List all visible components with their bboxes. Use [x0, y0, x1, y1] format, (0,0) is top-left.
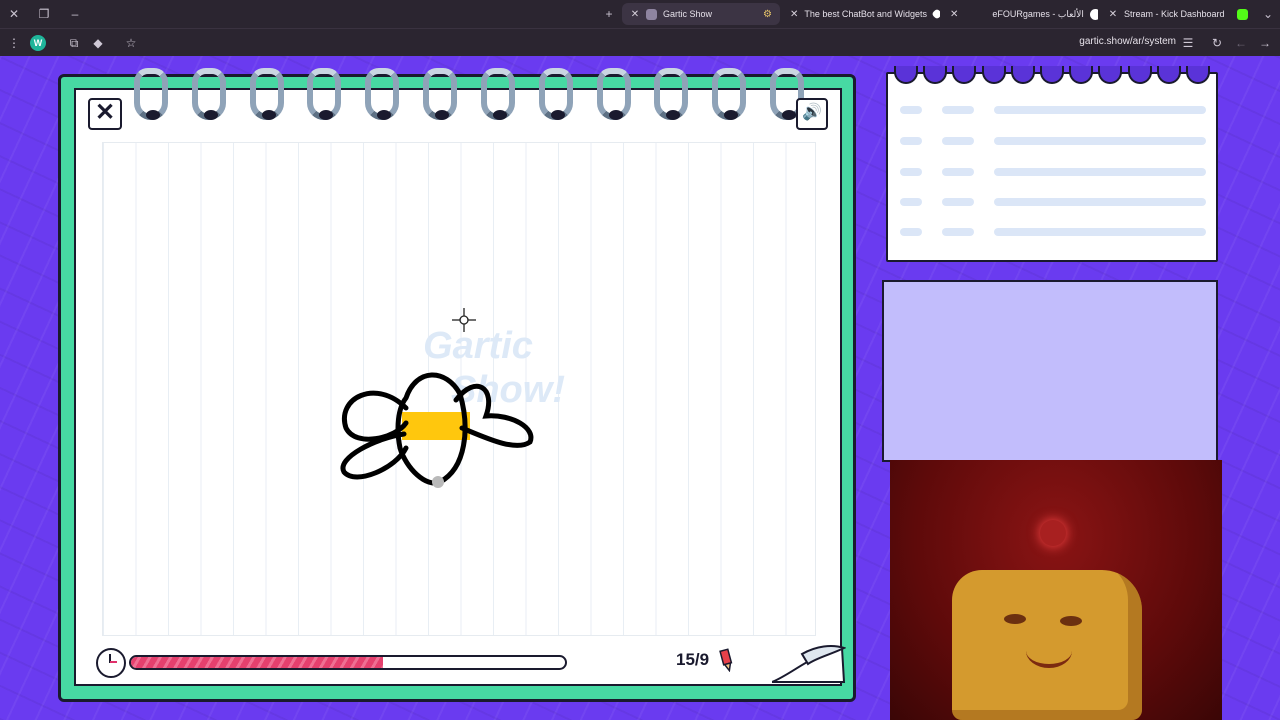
webcam-lamp	[1040, 520, 1066, 546]
close-tab-icon[interactable]: ✕	[630, 9, 640, 20]
scoreboard-tab	[923, 66, 948, 84]
drawing-gray-dot	[432, 476, 444, 488]
gartic-favicon-icon	[646, 8, 657, 20]
page-curl-decoration	[772, 645, 846, 683]
tab-efourgames[interactable]: ✕ eFOURgames - الألعاب	[942, 3, 1098, 25]
close-window-icon[interactable]: ✕	[6, 6, 22, 22]
scoreboard-tab	[1127, 66, 1152, 84]
close-tab-icon[interactable]: ✕	[790, 9, 798, 20]
spiral-ring	[538, 68, 573, 120]
player-row-placeholder	[900, 137, 1208, 145]
scoreboard-tab	[1010, 66, 1035, 84]
reload-icon[interactable]: ↻	[1209, 35, 1225, 51]
spiral-ring	[423, 68, 458, 120]
efour-favicon-icon	[1089, 8, 1098, 20]
round-counter: 15/9	[676, 650, 710, 669]
close-tab-icon[interactable]: ✕	[1108, 9, 1118, 20]
player-row-placeholder	[900, 168, 1208, 176]
tab-label: eFOURgames - الألعاب	[992, 8, 1084, 19]
address-bar[interactable]: gartic.show/ar/system	[1079, 36, 1176, 47]
game-page: ✕ 🔊 Gartic Show! 15/9	[0, 56, 1280, 720]
scoreboard-tab	[952, 66, 977, 84]
forward-arrow-icon[interactable]: →	[1257, 35, 1273, 51]
site-settings-icon[interactable]: ☰	[1180, 35, 1196, 51]
close-game-button[interactable]: ✕	[88, 98, 122, 130]
pencil-icon	[719, 648, 733, 672]
time-progress-fill	[131, 657, 383, 668]
tab-label: Gartic Show	[663, 9, 713, 19]
back-arrow-icon[interactable]: ←	[1233, 35, 1249, 51]
player-row-placeholder	[900, 106, 1208, 114]
scoreboard-tab	[894, 66, 918, 84]
spiral-ring	[596, 68, 631, 120]
restore-window-icon[interactable]: ❐	[36, 6, 52, 22]
spiral-ring	[480, 68, 515, 120]
chatbot-favicon-icon	[931, 8, 940, 20]
profile-avatar[interactable]: W	[30, 35, 46, 51]
spiral-ring	[712, 68, 747, 120]
spiral-ring	[249, 68, 284, 120]
new-tab-button[interactable]: +	[601, 6, 617, 22]
scoreboard-tab	[1098, 66, 1123, 84]
tab-gartic-show[interactable]: ✕ Gartic Show ⚙	[622, 3, 780, 25]
menu-dots-icon[interactable]: ⋮	[6, 35, 22, 51]
tab-kick-dashboard[interactable]: ✕ Stream - Kick Dashboard	[1100, 3, 1256, 25]
player-row-placeholder	[900, 228, 1208, 236]
diamond-extension-icon[interactable]: ◆	[90, 35, 106, 51]
tab-chatbot[interactable]: ✕ The best ChatBot and Widgets	[782, 3, 940, 25]
spiral-ring	[654, 68, 689, 120]
notebook-rings	[134, 68, 804, 128]
spiral-ring	[191, 68, 226, 120]
spiral-ring	[365, 68, 400, 120]
extension-badge-icon: ⚙	[763, 8, 772, 20]
scoreboard-tab	[1156, 66, 1181, 84]
extensions-icon[interactable]: ⧉	[66, 35, 82, 51]
close-tab-icon[interactable]: ✕	[950, 9, 958, 20]
scoreboard-tab	[1069, 66, 1094, 84]
browser-tab-bar: ✕ ❐ – + ✕ Gartic Show ⚙ ✕ The best ChatB…	[0, 0, 1280, 28]
scoreboard-tabs	[894, 66, 1210, 84]
alarm-clock-icon	[96, 648, 126, 678]
tab-label: The best ChatBot and Widgets	[804, 9, 927, 19]
browser-toolbar: ⋮ W ⧉ ◆ ☆ gartic.show/ar/system ☰ ↻ ← →	[0, 28, 1280, 56]
bookmark-star-icon[interactable]: ☆	[123, 35, 139, 51]
player-drawing	[340, 372, 534, 488]
player-row-placeholder	[900, 198, 1208, 206]
sound-toggle-button[interactable]: 🔊	[796, 98, 828, 130]
chat-panel[interactable]	[882, 280, 1218, 462]
spiral-ring	[307, 68, 342, 120]
scoreboard-tab	[981, 66, 1006, 84]
kick-favicon-icon	[1237, 8, 1248, 20]
minimize-window-icon[interactable]: –	[67, 6, 83, 22]
drawing-yellow-body	[402, 412, 470, 440]
tab-label: Stream - Kick Dashboard	[1124, 9, 1225, 19]
scoreboard-tab	[1039, 66, 1064, 84]
time-progress-bar	[129, 655, 567, 670]
scoreboard-tab	[1185, 66, 1210, 84]
watermark-line-1: Gartic	[423, 325, 533, 367]
streamer-webcam-overlay	[890, 460, 1222, 720]
tab-list-chevron-icon[interactable]: ⌄	[1260, 6, 1276, 22]
webcam-character-image	[952, 570, 1142, 720]
spiral-ring	[134, 68, 168, 120]
crosshair-cursor-icon	[452, 308, 476, 332]
